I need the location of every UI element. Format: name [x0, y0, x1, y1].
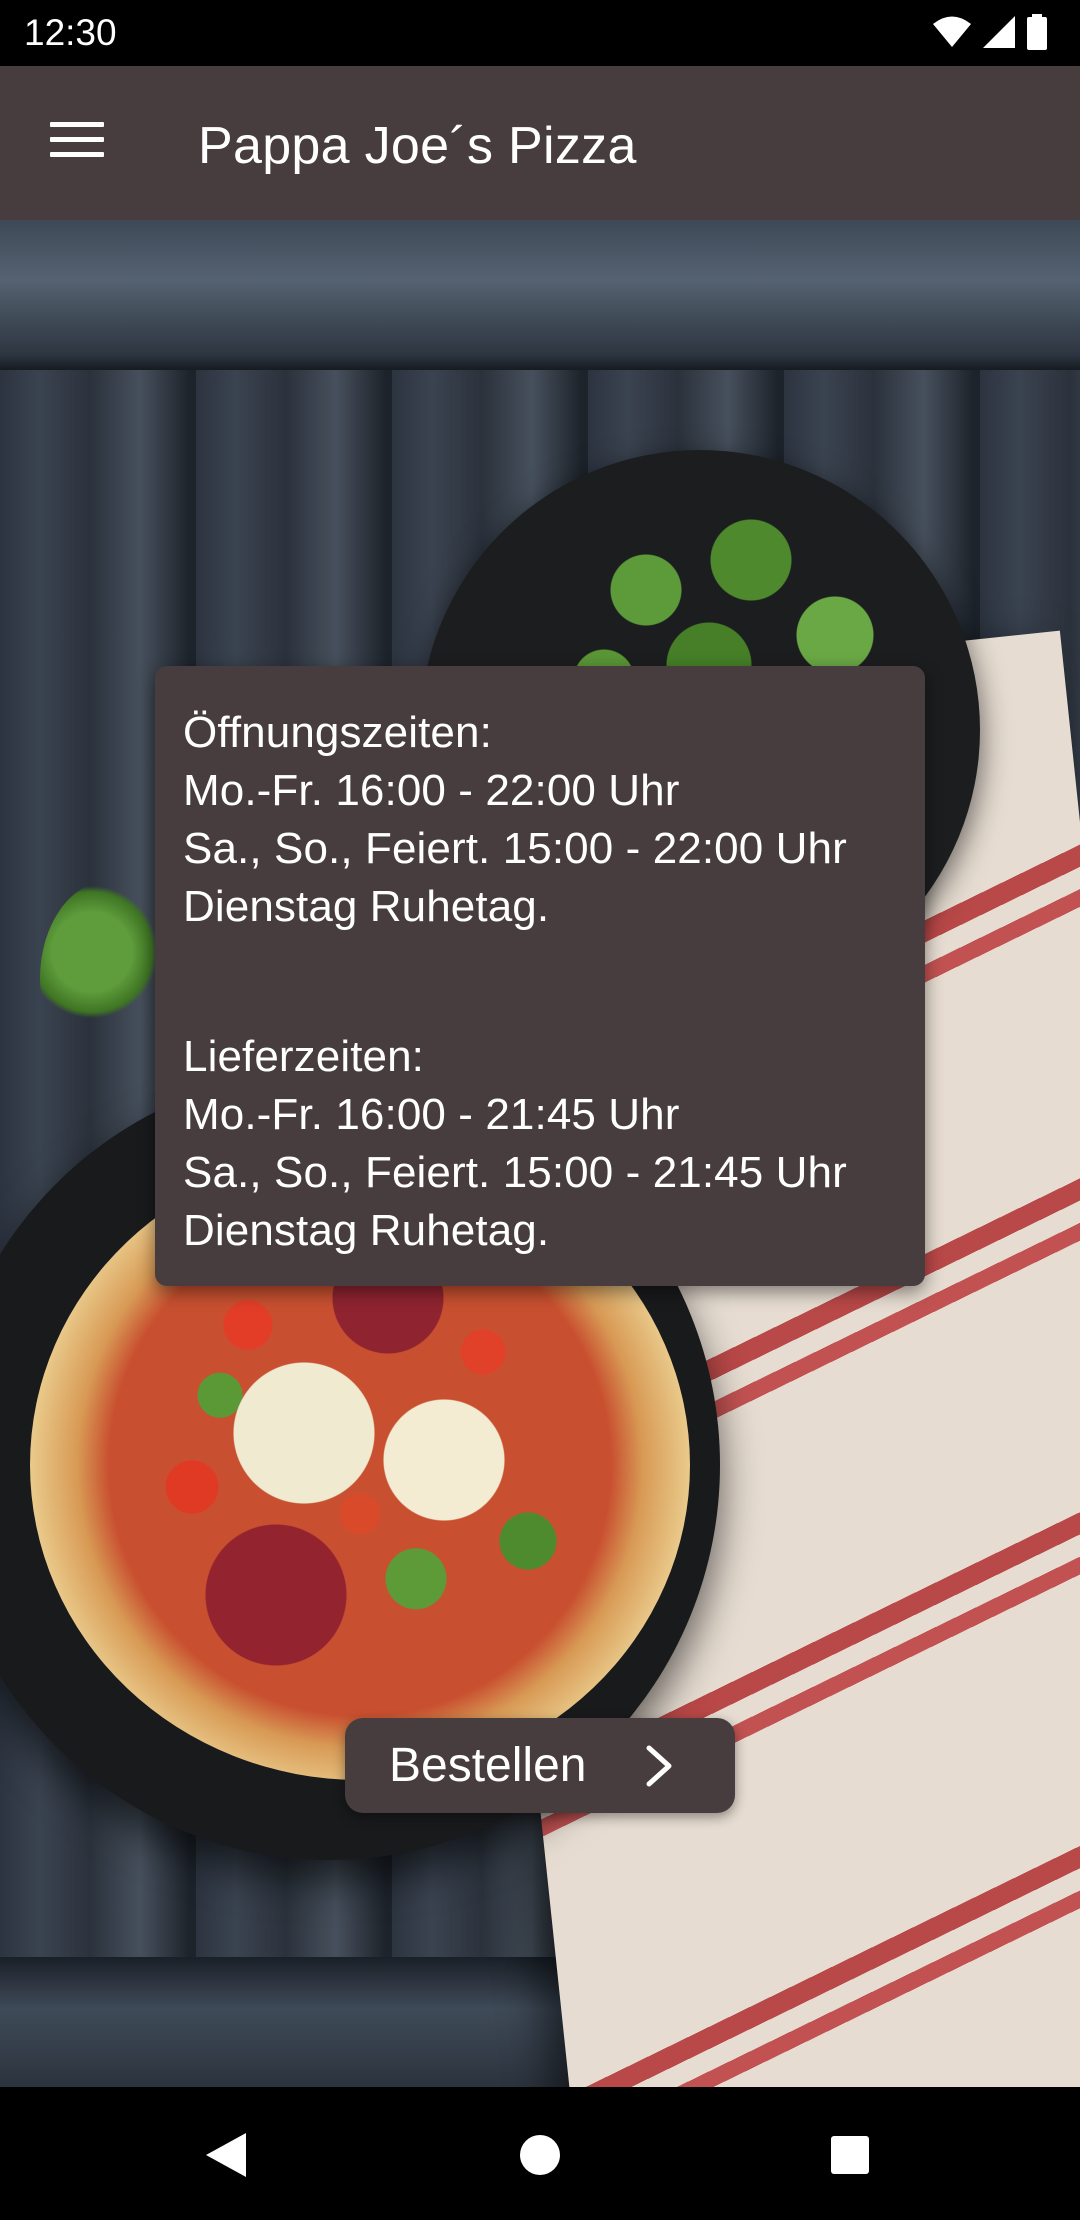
battery-icon	[1027, 14, 1047, 50]
home-circle-icon[interactable]	[510, 2125, 570, 2185]
delivery-hours-heading: Lieferzeiten:	[183, 1032, 425, 1081]
recents-square-icon[interactable]	[820, 2125, 880, 2185]
wifi-icon	[933, 16, 971, 47]
delivery-hours-closed-day: Dienstag Ruhetag.	[183, 1206, 550, 1255]
order-button-label: Bestellen	[389, 1739, 587, 1792]
app-title: Pappa Joe´s Pizza	[198, 117, 637, 175]
hamburger-menu-icon-line	[50, 137, 104, 142]
chevron-right-icon	[646, 1745, 672, 1787]
menu-button[interactable]	[50, 122, 104, 162]
hamburger-menu-icon	[50, 122, 104, 127]
back-triangle-icon[interactable]	[196, 2125, 256, 2185]
opening-hours-weekend: Sa., So., Feiert. 15:00 - 22:00 Uhr	[183, 824, 847, 873]
wooden-plank-top	[0, 220, 1080, 370]
app-bar: Pappa Joe´s Pizza	[0, 66, 1080, 220]
navigation-bar	[0, 2087, 1080, 2220]
delivery-hours-weekend: Sa., So., Feiert. 15:00 - 21:45 Uhr	[183, 1148, 847, 1197]
delivery-hours-weekdays: Mo.-Fr. 16:00 - 21:45 Uhr	[183, 1090, 680, 1139]
order-button[interactable]: Bestellen	[345, 1718, 735, 1813]
status-time: 12:30	[24, 12, 117, 53]
opening-hours-card: Öffnungszeiten: Mo.-Fr. 16:00 - 22:00 Uh…	[155, 666, 925, 1286]
cellular-signal-icon	[983, 16, 1015, 48]
hamburger-menu-icon-line	[50, 152, 104, 157]
status-icons	[932, 14, 1048, 50]
opening-hours-closed-day: Dienstag Ruhetag.	[183, 882, 550, 931]
opening-hours-heading: Öffnungszeiten:	[183, 708, 492, 757]
opening-hours-weekdays: Mo.-Fr. 16:00 - 22:00 Uhr	[183, 766, 680, 815]
status-bar: 12:30	[0, 0, 1080, 66]
